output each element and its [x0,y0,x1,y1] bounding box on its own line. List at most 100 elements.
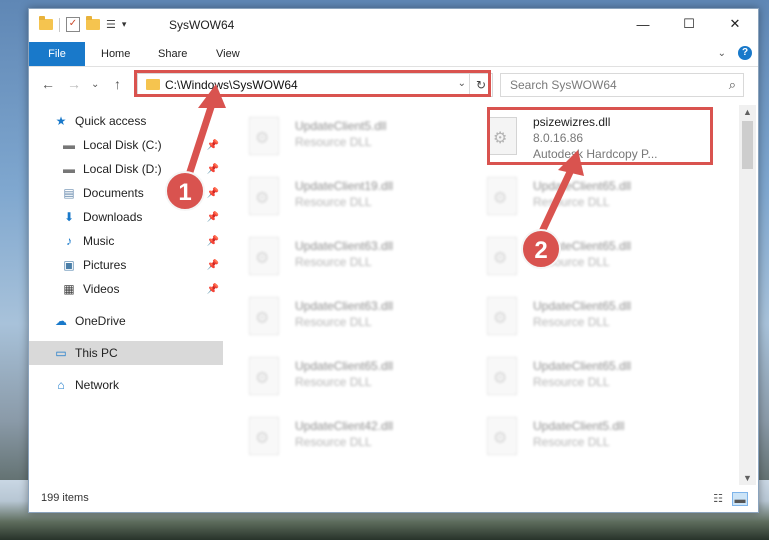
maximize-button[interactable]: ☐ [666,9,712,39]
sidebar-item-pictures[interactable]: ▣ Pictures 📌 [29,253,223,277]
sidebar-item-quick-access[interactable]: ★ Quick access [29,109,223,133]
list-item[interactable]: UpdateClient65.dll Resource DLL [463,229,699,285]
list-item[interactable]: UpdateClient65.dll Resource DLL [463,289,699,345]
chevron-down-icon[interactable]: ⌄ [718,48,726,59]
file-name: UpdateClient5.dll [295,119,387,133]
sidebar-item-music[interactable]: ♪ Music 📌 [29,229,223,253]
file-description: Resource DLL [295,135,372,149]
list-item[interactable]: UpdateClient63.dll Resource DLL [225,229,461,285]
title-bar: ✓ ☰ ▾ SysWOW64 — ☐ ✕ [29,9,758,41]
dll-file-icon [487,357,517,395]
list-item[interactable]: UpdateClient65.dll Resource DLL [463,349,699,405]
customize-icon[interactable]: ☰ [106,18,116,31]
list-item[interactable]: UpdateClient65.dll Resource DLL [463,169,699,225]
pin-icon[interactable]: 📌 [207,284,219,295]
properties-icon[interactable]: ✓ [66,17,80,32]
dll-file-icon [249,177,279,215]
large-icons-view-icon[interactable]: ▬ [732,492,748,506]
file-description: Resource DLL [533,375,610,389]
sidebar-item-label: Quick access [75,114,147,128]
file-name: UpdateClient65.dll [533,299,632,313]
dll-file-icon [249,417,279,455]
ribbon: File Home Share View ⌄ ? [29,42,758,67]
qat-dropdown[interactable]: ▾ [122,19,127,30]
quick-access-toolbar: ✓ ☰ ▾ [39,16,127,32]
sidebar-item-label: Videos [83,282,120,296]
address-highlight-box [134,70,491,97]
pin-icon[interactable]: 📌 [207,164,219,175]
navigation-pane: ★ Quick access ▬ Local Disk (C:) 📌 ▬ Loc… [29,105,223,485]
file-list: UpdateClient5.dll Resource DLL UpdateCli… [225,105,739,485]
list-item[interactable]: UpdateClient65.dll Resource DLL [225,349,461,405]
details-view-icon[interactable]: ☷ [710,492,726,506]
separator [59,17,60,32]
tab-view[interactable]: View [216,42,240,66]
list-item[interactable]: UpdateClient19.dll Resource DLL [225,169,461,225]
sidebar-item-network[interactable]: ⌂ Network [29,373,223,397]
vertical-scrollbar[interactable]: ▲ ▼ [739,105,756,485]
sidebar-item-onedrive[interactable]: ☁ OneDrive [29,309,223,333]
dll-file-icon [249,117,279,155]
list-item[interactable]: UpdateClient5.dll Resource DLL [225,109,461,165]
step-marker-1: 1 [165,171,205,211]
tab-file[interactable]: File [29,42,85,66]
scroll-up-icon[interactable]: ▲ [739,107,756,117]
search-box[interactable]: Search SysWOW64 ⌕ [500,73,744,97]
close-button[interactable]: ✕ [712,9,758,39]
network-icon: ⌂ [57,378,65,392]
file-description: Resource DLL [533,315,610,329]
cloud-icon: ☁ [55,314,67,328]
sidebar-item-local-disk-c[interactable]: ▬ Local Disk (C:) 📌 [29,133,223,157]
file-highlight-box [487,107,713,165]
pin-icon[interactable]: 📌 [207,236,219,247]
star-icon: ★ [55,114,67,128]
download-icon: ⬇ [63,210,75,224]
scroll-down-icon[interactable]: ▼ [739,473,756,483]
file-name: UpdateClient65.dll [533,179,632,193]
tab-home[interactable]: Home [101,42,130,66]
dll-file-icon [487,237,517,275]
file-description: Resource DLL [533,195,610,209]
sidebar-item-label: Local Disk (D:) [83,162,162,176]
item-count: 199 items [41,492,89,504]
music-icon: ♪ [66,234,72,248]
list-item[interactable]: UpdateClient63.dll Resource DLL [225,289,461,345]
view-buttons: ☷ ▬ [710,492,748,506]
list-item[interactable]: UpdateClient5.dll Resource DLL [463,409,699,465]
file-name: UpdateClient42.dll [295,419,394,433]
file-description: Resource DLL [533,435,610,449]
forward-arrow-icon[interactable]: → [67,76,81,92]
file-name: UpdateClient63.dll [295,299,394,313]
file-name: UpdateClient63.dll [295,239,394,253]
tab-share[interactable]: Share [158,42,187,66]
recent-locations-icon[interactable]: ⌄ [91,79,99,90]
file-name: UpdateClient65.dll [533,359,632,373]
search-icon[interactable]: ⌕ [729,77,736,93]
sidebar-item-this-pc[interactable]: ▭ This PC [29,341,223,365]
sidebar-item-label: Network [75,378,120,392]
drive-icon: ▬ [63,138,75,152]
back-arrow-icon[interactable]: ← [41,76,55,92]
pin-icon[interactable]: 📌 [207,212,219,223]
pin-icon[interactable]: 📌 [207,140,219,151]
new-folder-icon[interactable] [86,16,100,30]
scrollbar-thumb[interactable] [742,121,753,169]
sidebar-item-label: Documents [83,186,144,200]
status-bar: 199 items ☷ ▬ [29,486,758,512]
dll-file-icon [249,297,279,335]
folder-icon [39,16,53,30]
list-item[interactable]: UpdateClient42.dll Resource DLL [225,409,461,465]
help-icon[interactable]: ? [738,46,752,60]
search-input[interactable]: Search SysWOW64 [510,78,617,92]
sidebar-item-label: OneDrive [75,314,126,328]
pin-icon[interactable]: 📌 [207,260,219,271]
file-description: Resource DLL [295,375,372,389]
sidebar-item-label: Local Disk (C:) [83,138,162,152]
up-arrow-icon[interactable]: ↑ [114,76,121,92]
pin-icon[interactable]: 📌 [207,188,219,199]
pictures-icon: ▣ [63,258,75,272]
dll-file-icon [487,417,517,455]
file-name: UpdateClient65.dll [295,359,394,373]
sidebar-item-videos[interactable]: ▦ Videos 📌 [29,277,223,301]
minimize-button[interactable]: — [620,9,666,39]
